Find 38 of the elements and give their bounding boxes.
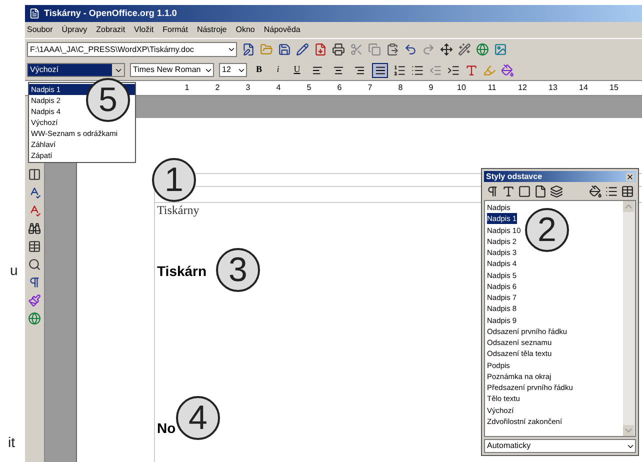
margin-text: u <box>10 261 18 280</box>
menu-item[interactable]: Nápověda <box>264 24 300 36</box>
filter-combobox[interactable]: Automaticky <box>484 439 636 453</box>
menu-item[interactable]: Nástroje <box>196 24 227 36</box>
ruler-number: 14 <box>578 82 588 94</box>
menu-item[interactable]: Vložit <box>134 24 154 36</box>
ruler-number: 11 <box>487 82 497 94</box>
address-field[interactable]: F:\1AAA\_JA\C_PRESS\WordXP\Tiskárny.doc <box>27 42 237 57</box>
menu-item[interactable]: Okno <box>236 24 255 36</box>
margin-text: it <box>8 433 15 452</box>
ruler-number: 9 <box>428 82 434 94</box>
menu-item[interactable]: Formát <box>162 24 188 36</box>
panel-title: Styly odstavce <box>486 170 542 182</box>
ruler-number: 8 <box>397 82 404 94</box>
format-button[interactable]: B <box>252 63 266 77</box>
menu-item[interactable]: Úpravy <box>62 24 88 36</box>
page-header-text: Tiskárny <box>157 204 200 216</box>
ruler-number: 4 <box>275 82 282 94</box>
ruler-number: 7 <box>366 82 374 94</box>
format-button[interactable]: i <box>271 63 285 77</box>
menu-item[interactable]: Soubor <box>27 24 53 36</box>
menu-item[interactable]: Zobrazit <box>96 24 126 36</box>
ruler-number: 12 <box>518 82 528 94</box>
ruler-number: 3 <box>244 82 252 94</box>
size-combobox[interactable]: 12 <box>219 63 247 77</box>
ruler-number: 5 <box>306 82 312 94</box>
format-button[interactable]: U <box>290 63 304 77</box>
heading-text: Tiskárn <box>157 262 207 281</box>
ruler-number: 13 <box>548 82 558 94</box>
font-combobox[interactable]: Times New Roman <box>130 63 214 77</box>
heading-text: No <box>157 419 176 438</box>
ruler-number: 10 <box>456 82 466 94</box>
ruler-number: 15 <box>609 82 619 94</box>
ruler-number: 1 <box>184 82 190 94</box>
ruler-number: 6 <box>336 82 343 94</box>
window-title: Tiskárny - OpenOffice.org 1.1.0 <box>44 6 177 20</box>
ruler-number: 2 <box>214 82 221 94</box>
style-combobox[interactable]: Výchozí <box>27 63 125 77</box>
